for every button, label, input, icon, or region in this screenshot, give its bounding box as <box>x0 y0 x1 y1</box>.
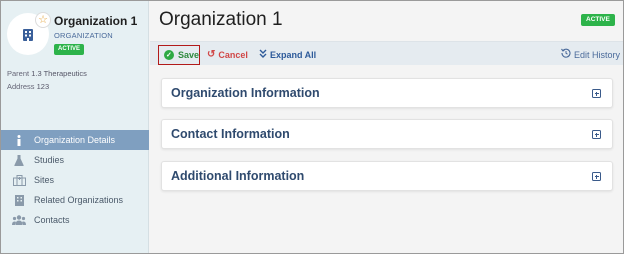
parent-label: Parent <box>7 69 30 78</box>
sidebar-item-label: Contacts <box>34 215 70 225</box>
info-icon <box>12 134 26 146</box>
sidebar-item-label: Related Organizations <box>34 195 124 205</box>
save-label: Save <box>177 50 199 60</box>
address-row: Address 123 <box>7 82 49 91</box>
toolbar: ✓ Save ↺ Cancel Expand All Edit History <box>150 41 623 65</box>
address-label: Address <box>7 82 35 91</box>
sidebar-item-label: Studies <box>34 155 65 165</box>
favorite-star-icon[interactable]: ☆ <box>35 12 51 28</box>
section-title: Additional Information <box>171 169 305 183</box>
sidebar: ☆ Organization 1 ORGANIZATION ACTIVE Par… <box>1 1 149 253</box>
status-badge: ACTIVE <box>54 44 85 55</box>
flask-icon <box>12 154 26 166</box>
sidebar-item-sites[interactable]: Sites <box>1 170 149 190</box>
sidebar-item-contacts[interactable]: Contacts <box>1 210 149 230</box>
section-title: Contact Information <box>171 127 290 141</box>
section-title: Organization Information <box>171 86 320 100</box>
sidebar-item-label: Organization Details <box>34 135 116 145</box>
status-badge: ACTIVE <box>581 14 615 26</box>
history-icon <box>561 48 571 61</box>
edit-history-button[interactable]: Edit History <box>561 45 620 64</box>
save-button[interactable]: ✓ Save <box>158 45 200 65</box>
section-organization-information[interactable]: Organization Information <box>161 78 613 108</box>
cancel-label: Cancel <box>218 49 248 60</box>
parent-value[interactable]: 1.3 Therapeutics <box>31 69 87 78</box>
expand-all-button[interactable]: Expand All <box>259 45 316 64</box>
address-value: 123 <box>36 82 50 91</box>
expand-all-label: Expand All <box>270 49 317 60</box>
edit-history-label: Edit History <box>574 49 621 60</box>
chevron-double-down-icon <box>259 49 267 61</box>
people-icon <box>12 214 26 226</box>
cancel-button[interactable]: ↺ Cancel <box>207 45 248 64</box>
section-additional-information[interactable]: Additional Information <box>161 161 613 191</box>
expand-plus-icon[interactable] <box>592 130 601 139</box>
check-circle-icon: ✓ <box>164 50 174 60</box>
section-contact-information[interactable]: Contact Information <box>161 119 613 149</box>
sidebar-item-organization-details[interactable]: Organization Details <box>1 130 149 150</box>
expand-plus-icon[interactable] <box>592 89 601 98</box>
sidebar-item-label: Sites <box>34 175 55 185</box>
org-type: ORGANIZATION <box>54 31 113 40</box>
expand-plus-icon[interactable] <box>592 172 601 181</box>
sidebar-item-studies[interactable]: Studies <box>1 150 149 170</box>
sidebar-nav: Organization Details Studies Sites Relat… <box>1 130 149 230</box>
app-frame: ☆ Organization 1 ORGANIZATION ACTIVE Par… <box>0 0 624 254</box>
sidebar-item-related-organizations[interactable]: Related Organizations <box>1 190 149 210</box>
parent-row: Parent 1.3 Therapeutics <box>7 69 87 78</box>
org-name: Organization 1 <box>54 14 138 28</box>
building-icon <box>12 194 26 206</box>
undo-icon: ↺ <box>207 49 216 60</box>
page-title: Organization 1 <box>159 9 283 30</box>
hospital-icon <box>12 174 26 186</box>
hospital-building-icon <box>23 28 33 41</box>
